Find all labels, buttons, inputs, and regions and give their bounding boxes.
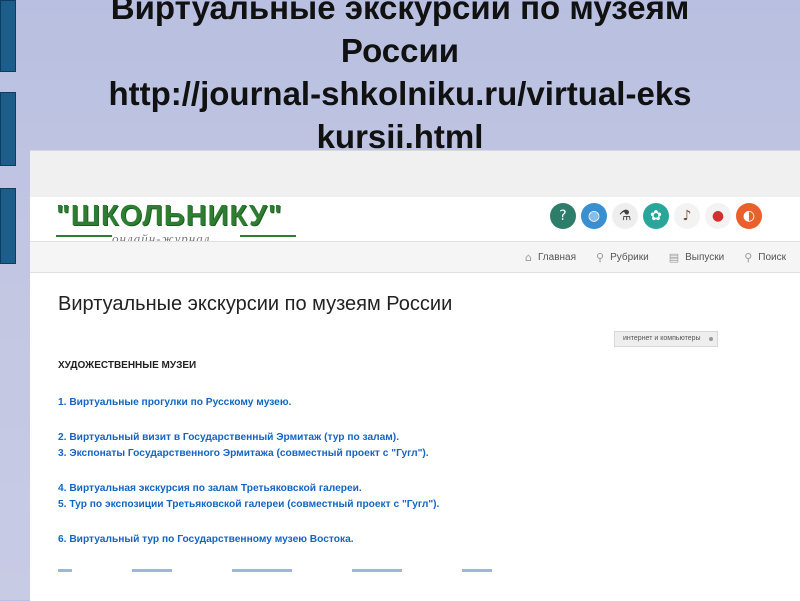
lyre-icon[interactable]: ♪ [674, 203, 700, 229]
museum-link-4[interactable]: 4. Виртуальная экскурсия по залам Третья… [58, 481, 778, 497]
search-icon: ⚲ [744, 250, 753, 264]
tags-icon: ⚲ [596, 250, 605, 264]
nav-home-label: Главная [537, 251, 576, 263]
museum-links-list: 1. Виртуальные прогулки по Русскому музе… [58, 395, 778, 548]
palette-icon[interactable]: ✿ [643, 203, 669, 229]
section-heading: ХУДОЖЕСТВЕННЫЕ МУЗЕИ [58, 360, 197, 371]
globe-icon[interactable]: ◍ [581, 203, 607, 229]
nav-search[interactable]: ⚲ Поиск [744, 251, 786, 264]
ball-icon[interactable]: ◐ [736, 203, 762, 229]
slide-title-line-2: России [340, 32, 460, 69]
category-tag[interactable]: интернет и компьютеры [614, 331, 718, 347]
nav-rubrics-label: Рубрики [610, 251, 649, 263]
museum-link-6[interactable]: 6. Виртуальный тур по Государственному м… [58, 532, 778, 548]
museum-link-1[interactable]: 1. Виртуальные прогулки по Русскому музе… [58, 395, 778, 411]
nav-rubrics[interactable]: ⚲ Рубрики [596, 251, 649, 264]
museum-link-2[interactable]: 2. Виртуальный визит в Государственный Э… [58, 430, 778, 446]
truncated-text-line [58, 569, 618, 573]
home-icon: ⌂ [524, 250, 532, 264]
nav-issues[interactable]: ▤ Выпуски [669, 251, 725, 264]
category-icons: ? ◍ ⚗ ✿ ♪ ● ◐ [550, 203, 762, 233]
website-screenshot: "ШКОЛЬНИКУ" онлайн-журнал ? ◍ ⚗ ✿ ♪ ● ◐ … [30, 150, 800, 601]
slide-title: Виртуальные экскурсии по музеям России h… [20, 0, 780, 158]
microscope-icon[interactable]: ⚗ [612, 203, 638, 229]
museum-link-5[interactable]: 5. Тур по экспозиции Третьяковской галер… [58, 497, 778, 513]
site-logo[interactable]: "ШКОЛЬНИКУ" [56, 201, 283, 231]
decorative-bar-3 [0, 188, 16, 264]
logo-underline-left [56, 235, 112, 237]
decorative-bar-1 [0, 0, 16, 72]
site-nav: ⌂ Главная ⚲ Рубрики ▤ Выпуски ⚲ Поиск [30, 241, 800, 273]
folder-icon: ▤ [668, 250, 680, 264]
ladybug-icon[interactable]: ● [705, 203, 731, 229]
browser-chrome-area [30, 151, 800, 197]
museum-link-3[interactable]: 3. Экспонаты Государственного Эрмитажа (… [58, 446, 778, 462]
decorative-bar-2 [0, 92, 16, 166]
slide-title-url-line-1: http://journal-shkolniku.ru/virtual-eks [108, 75, 692, 112]
nav-search-label: Поиск [758, 251, 786, 263]
logo-underline-right [240, 235, 296, 237]
question-icon[interactable]: ? [550, 203, 576, 229]
nav-home[interactable]: ⌂ Главная [525, 251, 576, 264]
nav-issues-label: Выпуски [685, 251, 725, 263]
slide-title-line-1: Виртуальные экскурсии по музеям [110, 0, 690, 26]
article-title: Виртуальные экскурсии по музеям России [58, 293, 453, 315]
